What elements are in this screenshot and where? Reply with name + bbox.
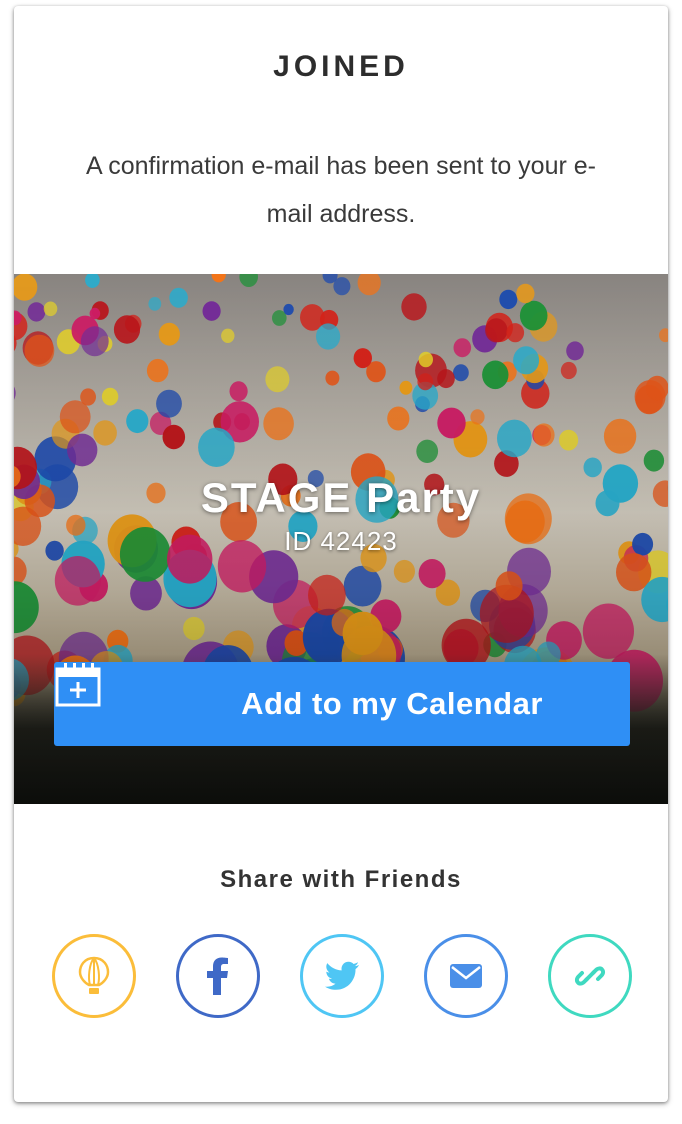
balloon-icon [78, 956, 110, 994]
add-to-calendar-label: Add to my Calendar [241, 686, 543, 721]
event-name: STAGE Party [200, 474, 482, 521]
share-twitter-button[interactable] [300, 934, 384, 1018]
twitter-icon [325, 961, 359, 990]
link-icon [574, 966, 606, 986]
share-email-button[interactable] [424, 934, 508, 1018]
page-title: JOINED [273, 50, 409, 83]
share-link-button[interactable] [548, 934, 632, 1018]
event-id: ID 42423 [284, 526, 398, 556]
share-balloon-button[interactable] [52, 934, 136, 1018]
share-buttons [52, 934, 632, 1018]
mail-icon [450, 964, 482, 988]
confirmation-message: A confirmation e-mail has been sent to y… [86, 152, 596, 228]
add-to-calendar-button[interactable]: Add to my Calendar [54, 662, 630, 746]
joined-card: JOINED A confirmation e-mail has been se… [14, 6, 668, 1102]
facebook-icon [207, 957, 228, 995]
share-title: Share with Friends [220, 866, 462, 893]
share-facebook-button[interactable] [176, 934, 260, 1018]
event-hero: STAGE Party ID 42423 Add to my Calendar [14, 274, 668, 804]
calendar-add-icon [55, 663, 101, 707]
